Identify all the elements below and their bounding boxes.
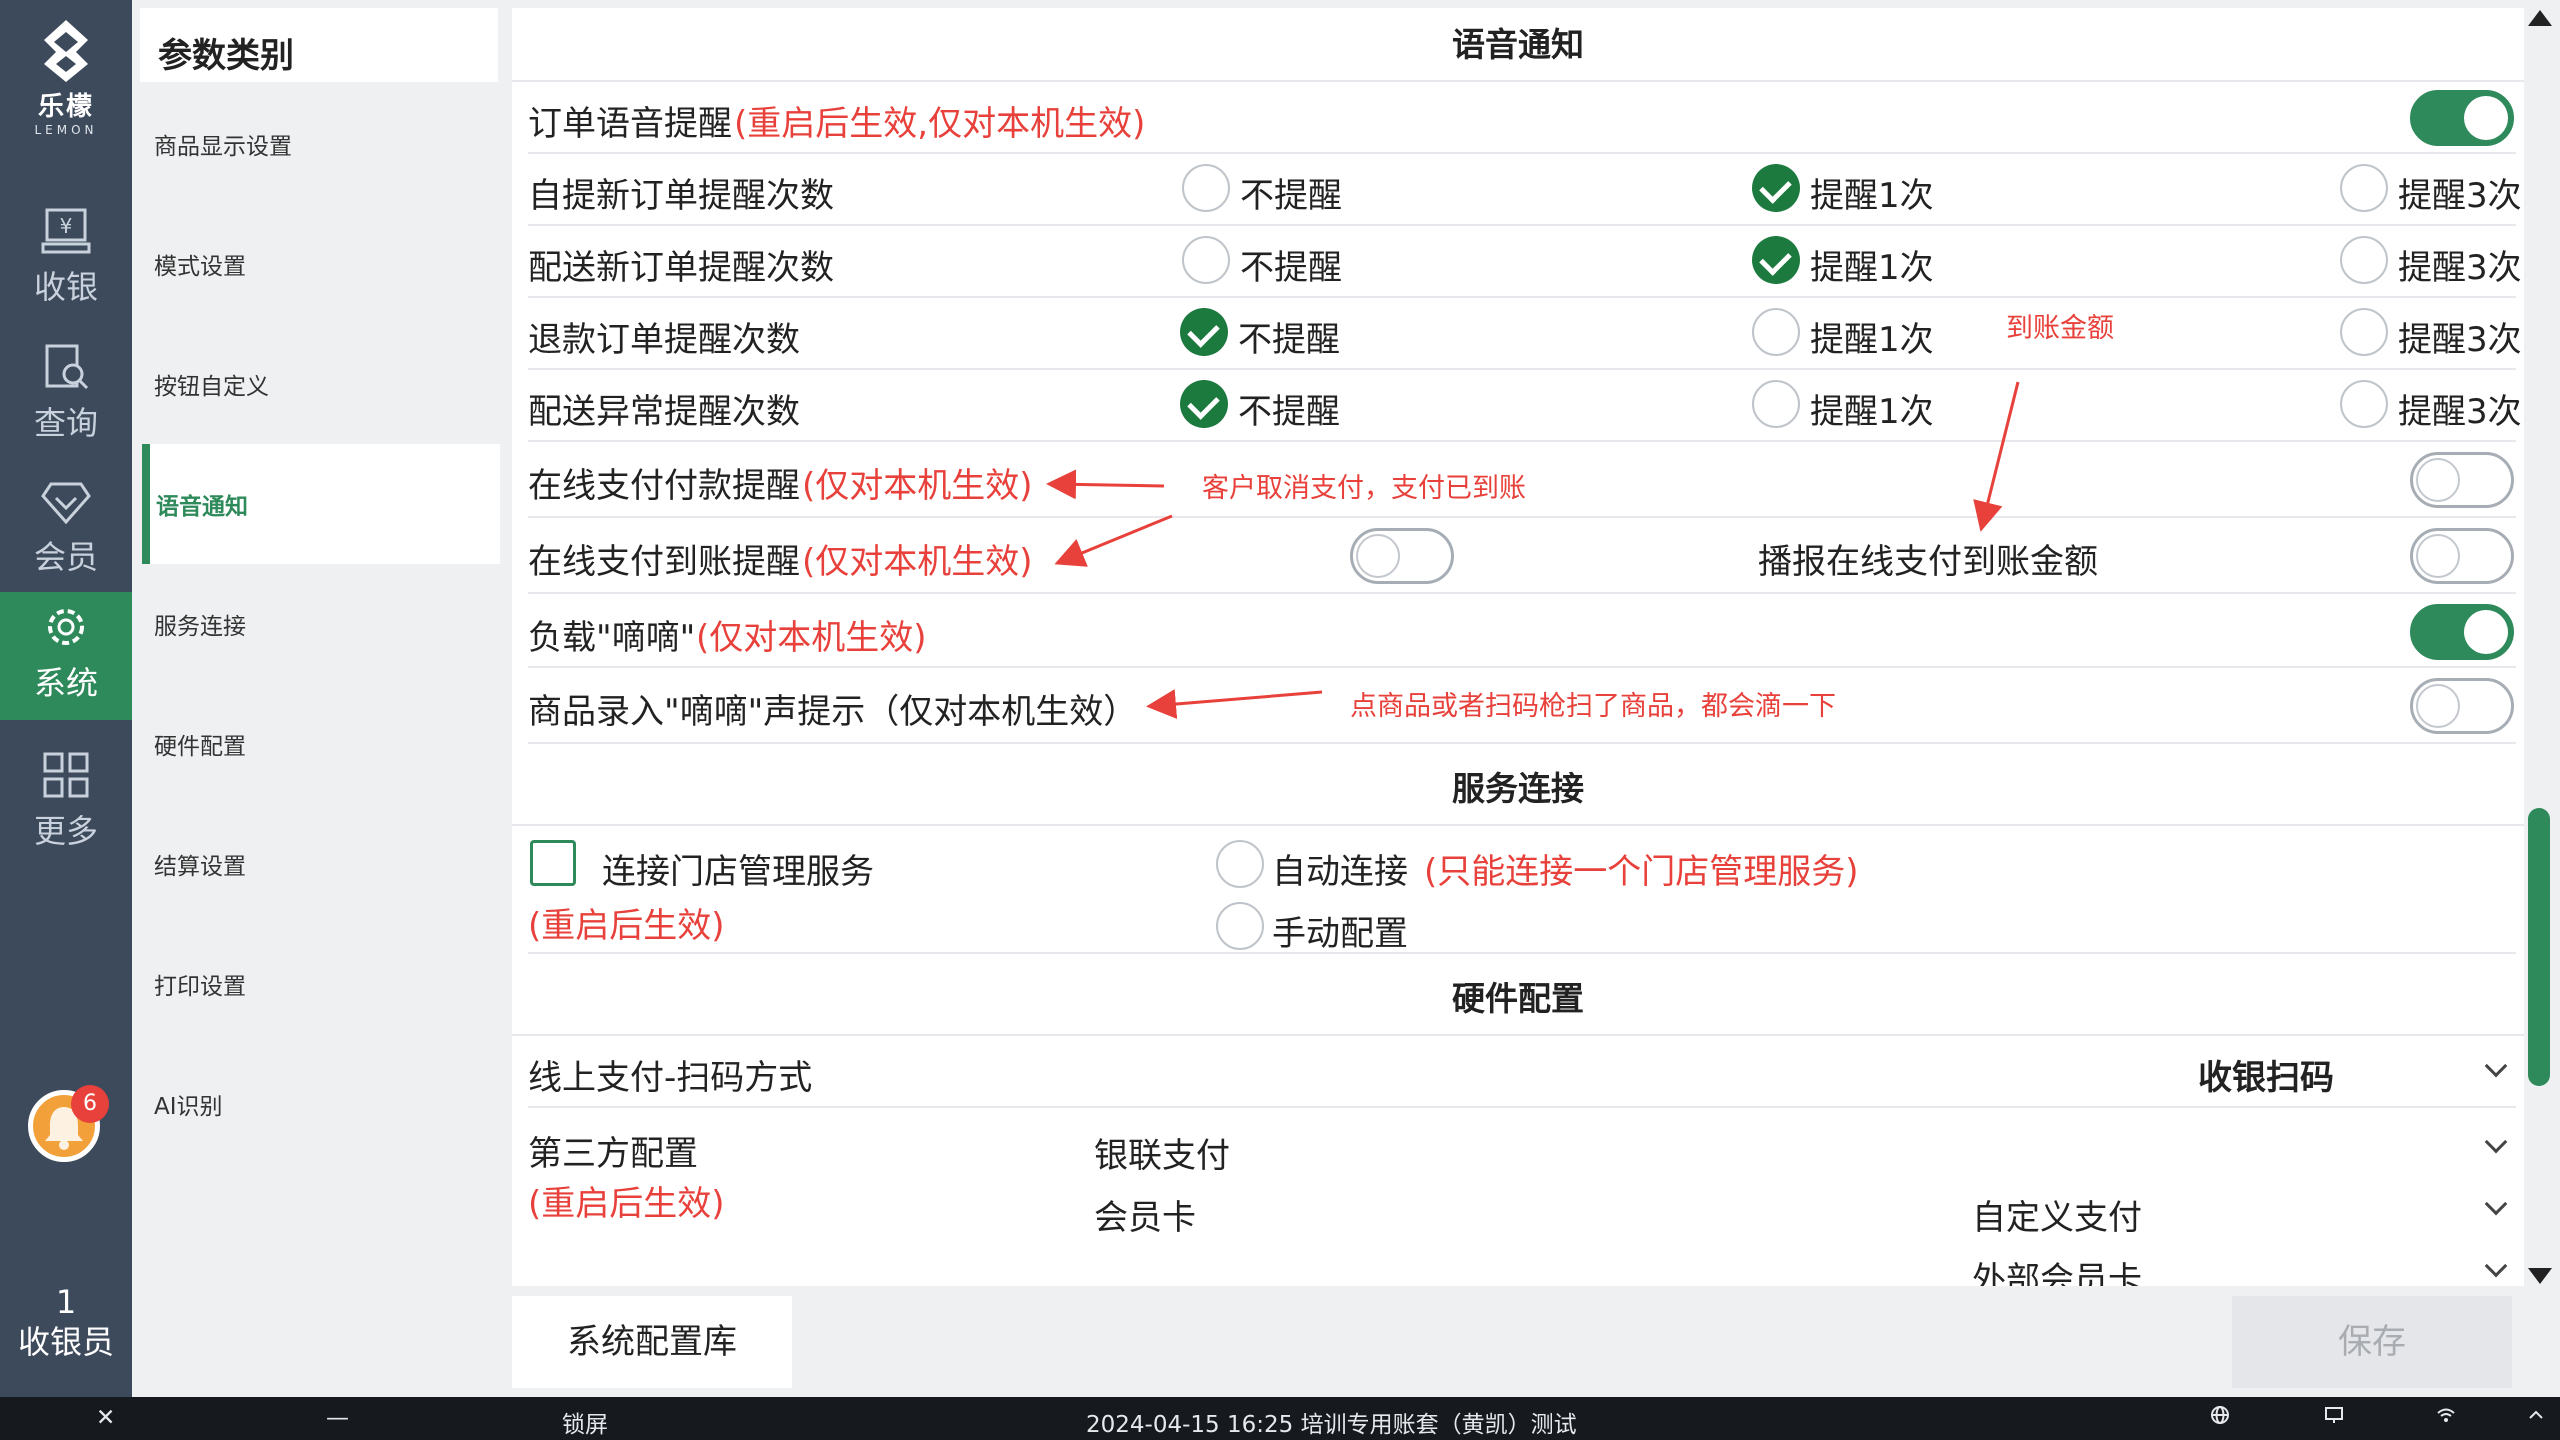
category-item-voice-active[interactable]: 语音通知 — [142, 444, 500, 564]
settings-panel: 语音通知 订单语音提醒 (重启后生效,仅对本机生效) 自提新订单提醒次数 不提醒… — [512, 8, 2524, 1286]
arrow-to-online-pay — [1046, 469, 1165, 500]
nav-item-query[interactable]: 查询 — [0, 332, 132, 460]
app-root: 乐檬 LEMON ¥ 收银 查询 会员 系统 更多 6 1 收银员 参数类别 商… — [0, 0, 2560, 1440]
third-party-label: 第三方配置 — [528, 1134, 698, 1174]
category-item[interactable]: AI识别 — [142, 1044, 500, 1164]
minimize-icon[interactable]: — — [326, 1405, 349, 1431]
category-item[interactable]: 打印设置 — [142, 924, 500, 1044]
logo-text: 乐檬 — [37, 92, 94, 122]
service-connect-row: 连接门店管理服务 (重启后生效) 自动连接 (只能连接一个门店管理服务) 手动配… — [528, 826, 2516, 954]
lock-screen-button[interactable]: 锁屏 — [562, 1405, 608, 1439]
chevron-up-icon[interactable] — [2526, 1405, 2546, 1431]
chevron-down-icon[interactable] — [2484, 1254, 2508, 1278]
settings-scrollbar[interactable] — [2524, 8, 2552, 1286]
category-item[interactable]: 模式设置 — [142, 204, 500, 324]
logo-subtext: LEMON — [34, 123, 98, 137]
member-card-label[interactable]: 会员卡 — [1094, 1190, 1196, 1239]
grid-icon — [41, 750, 91, 800]
status-bar: ✕ — 锁屏 2024-04-15 16:25 培训专用账套（黄凯）测试 — [0, 1397, 2560, 1440]
chevron-down-icon[interactable] — [2484, 1130, 2508, 1154]
nav-item-more[interactable]: 更多 — [0, 740, 132, 868]
unionpay-label[interactable]: 银联支付 — [1094, 1128, 1230, 1177]
custom-pay-label[interactable]: 自定义支付 — [1972, 1190, 2142, 1239]
scan-mode-label: 线上支付-扫码方式 — [528, 1058, 813, 1098]
category-title: 参数类别 — [140, 8, 498, 82]
auto-connect-note: (只能连接一个门店管理服务) — [1424, 852, 1859, 892]
notification-badge: 6 — [71, 1085, 109, 1123]
search-document-icon — [41, 342, 91, 392]
category-item[interactable]: 硬件配置 — [142, 684, 500, 804]
nav-label: 收银 — [33, 268, 98, 306]
connect-restart-note: (重启后生效) — [528, 906, 725, 946]
member-diamond-icon — [41, 476, 91, 526]
svg-text:¥: ¥ — [60, 214, 73, 238]
category-item[interactable]: 结算设置 — [142, 804, 500, 924]
cashier-icon: ¥ — [41, 206, 91, 256]
nav-label: 会员 — [33, 538, 98, 576]
scroll-down-icon[interactable] — [2528, 1268, 2552, 1284]
category-item[interactable]: 服务连接 — [142, 564, 500, 684]
nav-item-member[interactable]: 会员 — [0, 466, 132, 594]
arrow-to-online-arrive — [1054, 514, 1173, 567]
nav-label: 系统 — [33, 664, 98, 702]
category-item[interactable]: 商品显示设置 — [142, 84, 500, 204]
status-info: 2024-04-15 16:25 培训专用账套（黄凯）测试 — [1086, 1412, 1577, 1438]
logo: 乐檬 LEMON — [0, 18, 132, 137]
third-party-row: 第三方配置 (重启后生效) 银联支付 会员卡 自定义支付 外部会员卡 — [528, 1108, 2516, 1286]
manual-config-label: 手动配置 — [1272, 914, 1408, 954]
third-party-note: (重启后生效) — [528, 1184, 725, 1224]
nav-item-cashier[interactable]: ¥ 收银 — [0, 196, 132, 324]
notification-bell-button[interactable]: 6 — [28, 1085, 109, 1162]
globe-icon — [2210, 1405, 2230, 1431]
auto-connect-label: 自动连接 — [1272, 852, 1408, 892]
gear-icon — [41, 602, 91, 652]
connect-store-checkbox[interactable] — [530, 840, 576, 886]
cashier-number: 1 — [55, 1283, 77, 1321]
cashier-user[interactable]: 1 收银员 — [0, 1282, 132, 1362]
save-button[interactable]: 保存 — [2232, 1296, 2512, 1388]
radio-manual-config[interactable] — [1216, 902, 1264, 950]
main-nav: 乐檬 LEMON ¥ 收银 查询 会员 系统 更多 6 1 收银员 — [0, 0, 132, 1397]
wifi-icon — [2436, 1405, 2456, 1431]
chevron-down-icon[interactable] — [2484, 1192, 2508, 1216]
lemon-logo-icon — [36, 18, 96, 84]
scrollbar-thumb[interactable] — [2528, 808, 2550, 1086]
nav-label: 更多 — [33, 812, 98, 850]
arrow-to-broadcast — [1973, 381, 2020, 532]
section-title-hardware: 硬件配置 — [512, 962, 2524, 1036]
annotation-arrows — [1046, 381, 2020, 719]
cashier-role: 收银员 — [17, 1323, 114, 1361]
close-icon[interactable]: ✕ — [96, 1405, 115, 1431]
scan-mode-row[interactable]: 线上支付-扫码方式 收银扫码 — [528, 1036, 2516, 1108]
system-config-library-button[interactable]: 系统配置库 — [512, 1296, 792, 1388]
category-item[interactable]: 按钮自定义 — [142, 324, 500, 444]
chevron-down-icon — [2484, 1054, 2508, 1078]
nav-item-system[interactable]: 系统 — [0, 592, 132, 720]
external-card-label[interactable]: 外部会员卡 — [1972, 1252, 2142, 1286]
connect-store-label: 连接门店管理服务 — [602, 852, 874, 892]
arrow-to-beep-entry — [1146, 689, 1323, 719]
nav-label: 查询 — [33, 404, 98, 442]
scroll-up-icon[interactable] — [2528, 10, 2552, 26]
monitor-icon — [2324, 1405, 2344, 1431]
scan-mode-value: 收银扫码 — [2198, 1058, 2334, 1098]
radio-auto-connect[interactable] — [1216, 840, 1264, 888]
